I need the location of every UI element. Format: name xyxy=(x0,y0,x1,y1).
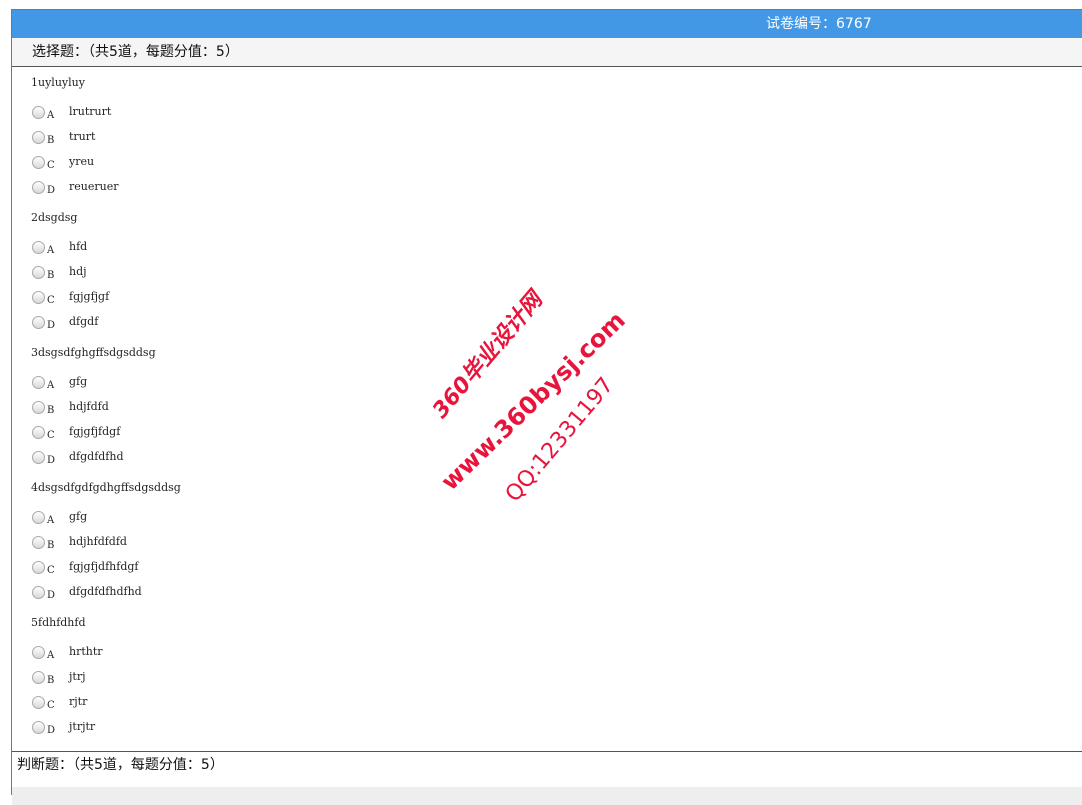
option-text: fgjgfjdfhfdgf xyxy=(69,560,139,573)
option-letter: B xyxy=(47,675,55,686)
radio-button[interactable] xyxy=(32,291,45,304)
radio-button[interactable] xyxy=(32,426,45,439)
option-letter: A xyxy=(47,110,55,121)
option-text: dfgdfdfhd xyxy=(69,450,124,463)
radio-button[interactable] xyxy=(32,536,45,549)
option-letter: C xyxy=(47,700,55,711)
option-text: hfd xyxy=(69,240,88,253)
radio-button[interactable] xyxy=(32,316,45,329)
option-letter: B xyxy=(47,270,55,281)
radio-button[interactable] xyxy=(32,106,45,119)
option-letter: B xyxy=(47,405,55,416)
radio-button[interactable] xyxy=(32,181,45,194)
option-letter: B xyxy=(47,135,55,146)
bottom-strip xyxy=(12,787,1082,805)
option-letter: A xyxy=(47,380,55,391)
option-text: fgjgfjfdgf xyxy=(69,425,121,438)
option-text: trurt xyxy=(69,130,96,143)
radio-button[interactable] xyxy=(32,376,45,389)
radio-button[interactable] xyxy=(32,266,45,279)
option-letter: D xyxy=(47,725,56,736)
option-text: lrutrurt xyxy=(69,105,112,118)
radio-button[interactable] xyxy=(32,451,45,464)
option-text: dfgdf xyxy=(69,315,99,328)
radio-button[interactable] xyxy=(32,241,45,254)
option-text: jtrjtr xyxy=(69,720,96,733)
radio-button[interactable] xyxy=(32,721,45,734)
option-letter: C xyxy=(47,565,55,576)
question-list: 1uyluyluy Alrutrurt Btrurt Cyreu Dreueruer 2d… xyxy=(12,68,1082,750)
option-text: hdjfdfd xyxy=(69,400,109,413)
option-text: fgjgfjgf xyxy=(69,290,110,303)
radio-button[interactable] xyxy=(32,401,45,414)
option-text: dfgdfdfhdfhd xyxy=(69,585,142,598)
radio-button[interactable] xyxy=(32,131,45,144)
option-text: hdjhfdfdfd xyxy=(69,535,127,548)
choice-section-title: 选择题：（共5道，每题分值：5） xyxy=(12,38,1082,67)
radio-button[interactable] xyxy=(32,511,45,524)
option-text: yreu xyxy=(69,155,95,168)
header-bar: 试卷编号：6767 xyxy=(12,10,1082,38)
question-title: 1uyluyluy xyxy=(31,76,85,89)
option-text: jtrj xyxy=(69,670,86,683)
radio-button[interactable] xyxy=(32,156,45,169)
option-text: gfg xyxy=(69,375,88,388)
option-letter: C xyxy=(47,430,55,441)
option-letter: A xyxy=(47,515,55,526)
option-text: reueruer xyxy=(69,180,119,193)
option-letter: D xyxy=(47,320,56,331)
option-letter: C xyxy=(47,160,55,171)
radio-button[interactable] xyxy=(32,696,45,709)
question-title: 3dsgsdfghgffsdgsddsg xyxy=(31,346,156,359)
option-letter: A xyxy=(47,650,55,661)
option-letter: D xyxy=(47,455,56,466)
radio-button[interactable] xyxy=(32,671,45,684)
radio-button[interactable] xyxy=(32,646,45,659)
option-letter: D xyxy=(47,590,56,601)
option-text: gfg xyxy=(69,510,88,523)
question-title: 4dsgsdfgdfgdhgffsdgsddsg xyxy=(31,481,181,494)
radio-button[interactable] xyxy=(32,586,45,599)
question-title: 5fdhfdhfd xyxy=(31,616,86,629)
paper-number: 试卷编号：6767 xyxy=(766,16,872,32)
option-letter: D xyxy=(47,185,56,196)
question-title: 2dsgdsg xyxy=(31,211,78,224)
option-text: hrthtr xyxy=(69,645,103,658)
option-letter: B xyxy=(47,540,55,551)
option-text: rjtr xyxy=(69,695,88,708)
option-text: hdj xyxy=(69,265,87,278)
judge-section-title: 判断题：（共5道，每题分值：5） xyxy=(12,751,1082,778)
option-letter: C xyxy=(47,295,55,306)
option-letter: A xyxy=(47,245,55,256)
radio-button[interactable] xyxy=(32,561,45,574)
